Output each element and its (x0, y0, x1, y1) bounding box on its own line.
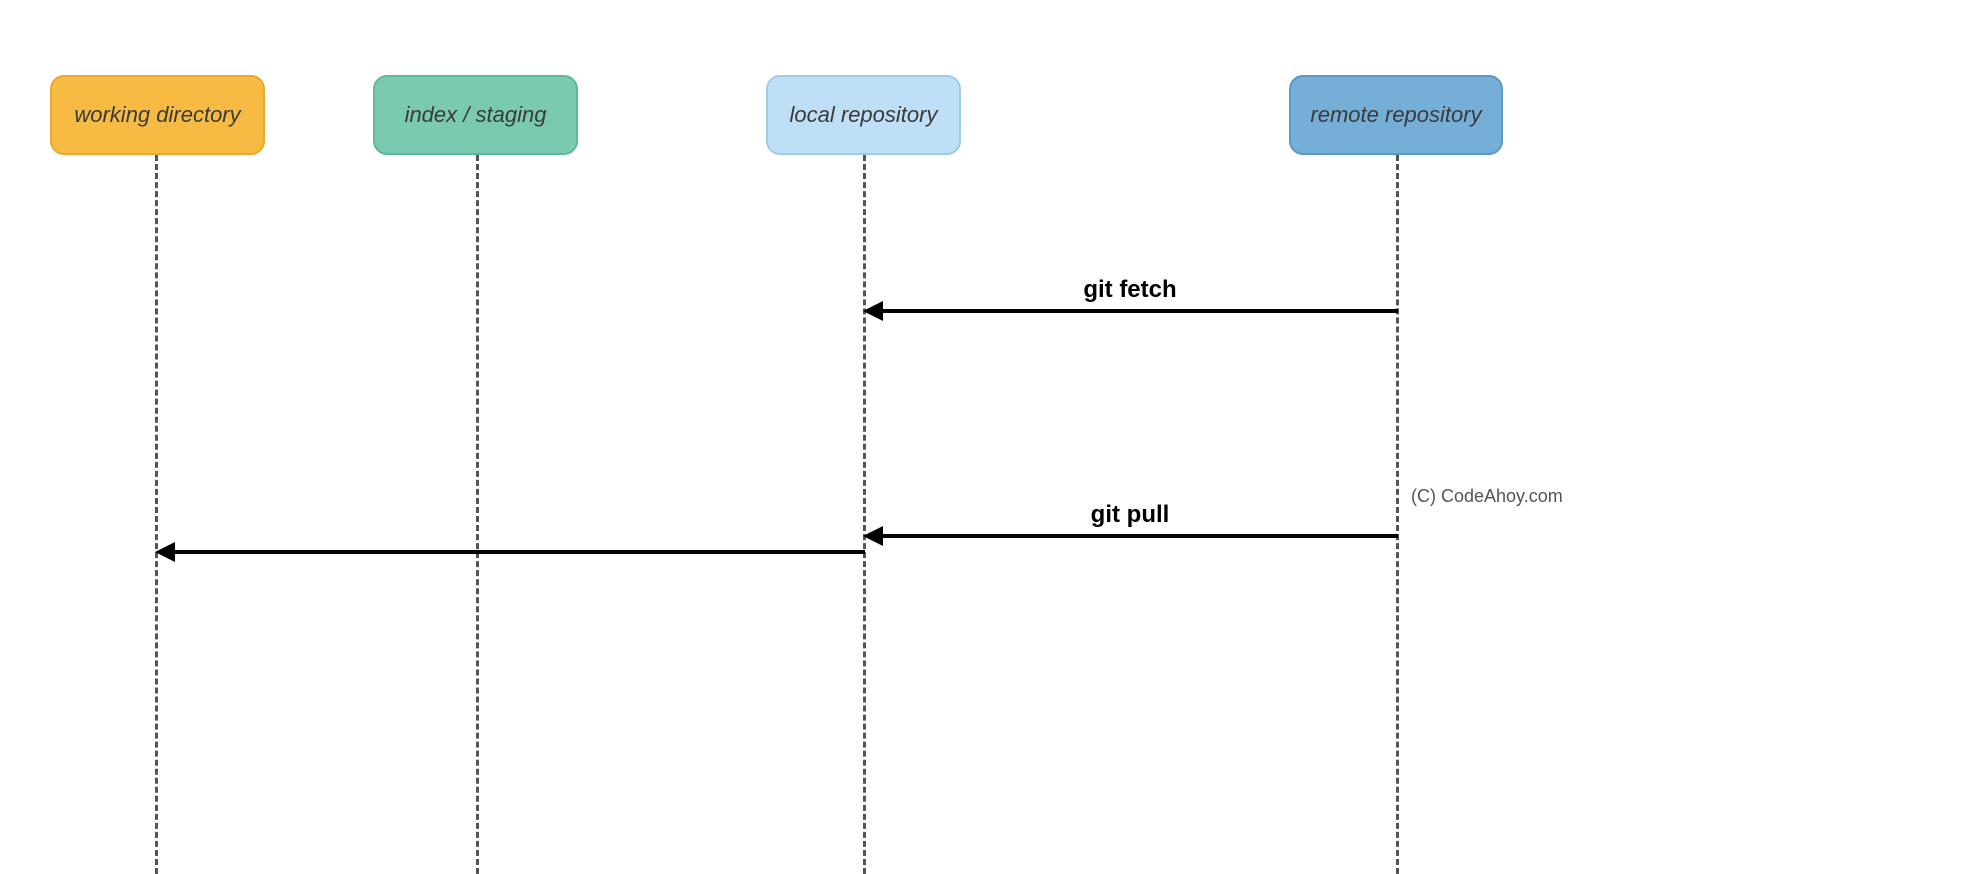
lifeline-local-repository (863, 155, 866, 874)
arrow-git-fetch (871, 309, 1398, 313)
participant-label: index / staging (405, 102, 547, 128)
lifeline-working-directory (155, 155, 158, 874)
participant-local-repository: local repository (766, 75, 961, 155)
participant-label: remote repository (1310, 102, 1481, 128)
lifeline-remote-repository (1396, 155, 1399, 874)
arrow-head-git-fetch (863, 301, 883, 321)
arrow-label-git-pull: git pull (1030, 501, 1230, 529)
participant-working-directory: working directory (50, 75, 265, 155)
arrow-git-pull-remote-local (871, 534, 1398, 538)
arrow-label-git-fetch: git fetch (1030, 276, 1230, 304)
participant-remote-repository: remote repository (1289, 75, 1503, 155)
git-sequence-diagram: working directory index / staging local … (0, 0, 1964, 874)
participant-index-staging: index / staging (373, 75, 578, 155)
participant-label: local repository (790, 102, 938, 128)
arrow-head-git-pull-local-working (155, 542, 175, 562)
credit-text: (C) CodeAhoy.com (1411, 486, 1563, 507)
lifeline-index-staging (476, 155, 479, 874)
participant-label: working directory (74, 102, 240, 128)
arrow-git-pull-local-working (163, 550, 865, 554)
arrow-head-git-pull-remote-local (863, 526, 883, 546)
